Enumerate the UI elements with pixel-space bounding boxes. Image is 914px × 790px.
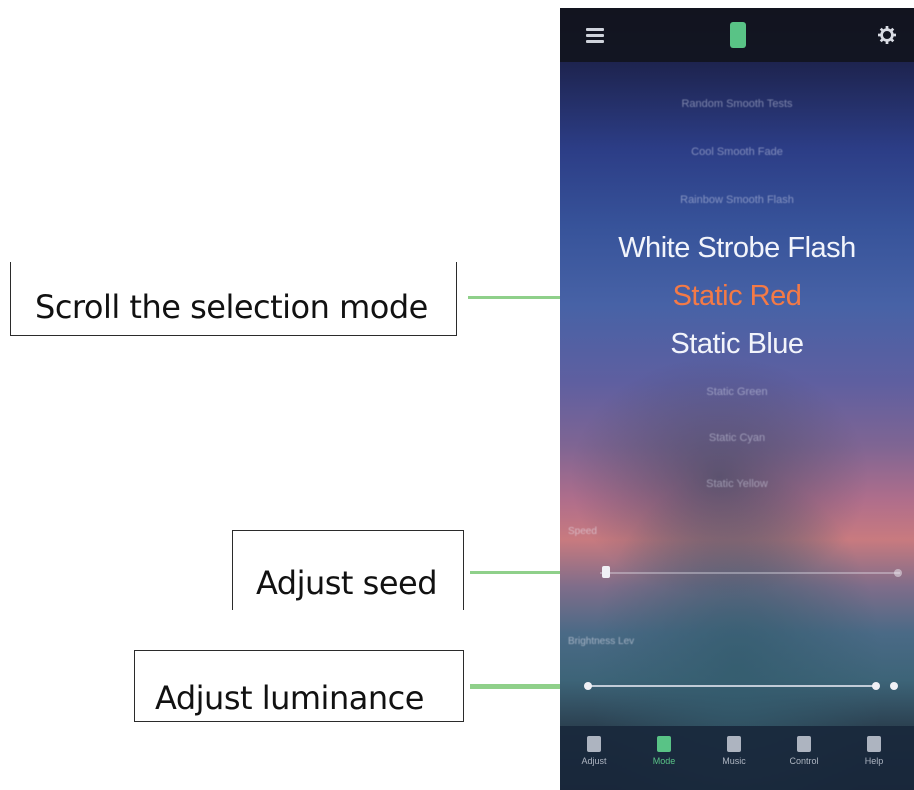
mode-option[interactable]: Static Blue — [560, 328, 914, 361]
speed-slider-label: Speed — [568, 526, 597, 537]
timer-icon — [797, 736, 811, 752]
callout-adjust-seed: Adjust seed — [232, 530, 464, 610]
mode-option[interactable]: White Strobe Flash — [560, 232, 914, 265]
tab-control[interactable]: Control — [776, 736, 832, 766]
slider-end-marker — [894, 569, 902, 577]
mode-option[interactable]: Static Green — [560, 386, 914, 398]
menu-icon[interactable] — [586, 28, 604, 43]
tab-help[interactable]: Help — [846, 736, 902, 766]
slider-end-marker — [890, 682, 898, 690]
callout-adjust-luminance: Adjust luminance — [134, 650, 464, 722]
phone-icon[interactable] — [730, 22, 746, 48]
tab-adjust[interactable]: Adjust — [566, 736, 622, 766]
mode-icon — [657, 736, 671, 752]
tab-label: Control — [789, 756, 819, 766]
mode-option[interactable]: Random Smooth Tests — [560, 98, 914, 110]
tab-label: Music — [722, 756, 746, 766]
callout-text: Adjust seed — [255, 564, 438, 602]
gear-icon[interactable] — [878, 26, 896, 44]
brightness-slider-start — [584, 682, 592, 690]
tab-mode[interactable]: Mode — [636, 736, 692, 766]
microphone-icon — [727, 736, 741, 752]
mode-option[interactable]: Static Yellow — [560, 478, 914, 490]
callout-text: Scroll the selection mode — [35, 288, 428, 326]
top-bar — [560, 8, 914, 62]
help-icon — [867, 736, 881, 752]
brightness-slider-label: Brightness Lev — [568, 636, 635, 647]
tab-label: Mode — [652, 756, 676, 766]
callout-scroll-selection-mode: Scroll the selection mode — [10, 262, 457, 336]
tab-label: Adjust — [581, 756, 607, 766]
brightness-slider-thumb[interactable] — [872, 682, 880, 690]
mode-option[interactable]: Cool Smooth Fade — [560, 146, 914, 158]
tab-music[interactable]: Music — [706, 736, 762, 766]
bottom-tab-bar: Adjust Mode Music Control Help — [560, 726, 914, 790]
speed-slider-track[interactable] — [600, 572, 900, 574]
callout-text: Adjust luminance — [155, 679, 424, 717]
mode-option[interactable]: Rainbow Smooth Flash — [560, 194, 914, 206]
brightness-slider-track[interactable] — [588, 685, 878, 687]
speed-slider-thumb[interactable] — [602, 566, 610, 578]
app-screen: Random Smooth Tests Cool Smooth Fade Rai… — [560, 8, 914, 790]
mode-option-selected[interactable]: Static Red — [560, 280, 914, 313]
mode-option[interactable]: Static Cyan — [560, 432, 914, 444]
tab-label: Help — [864, 756, 884, 766]
sliders-icon — [587, 736, 601, 752]
